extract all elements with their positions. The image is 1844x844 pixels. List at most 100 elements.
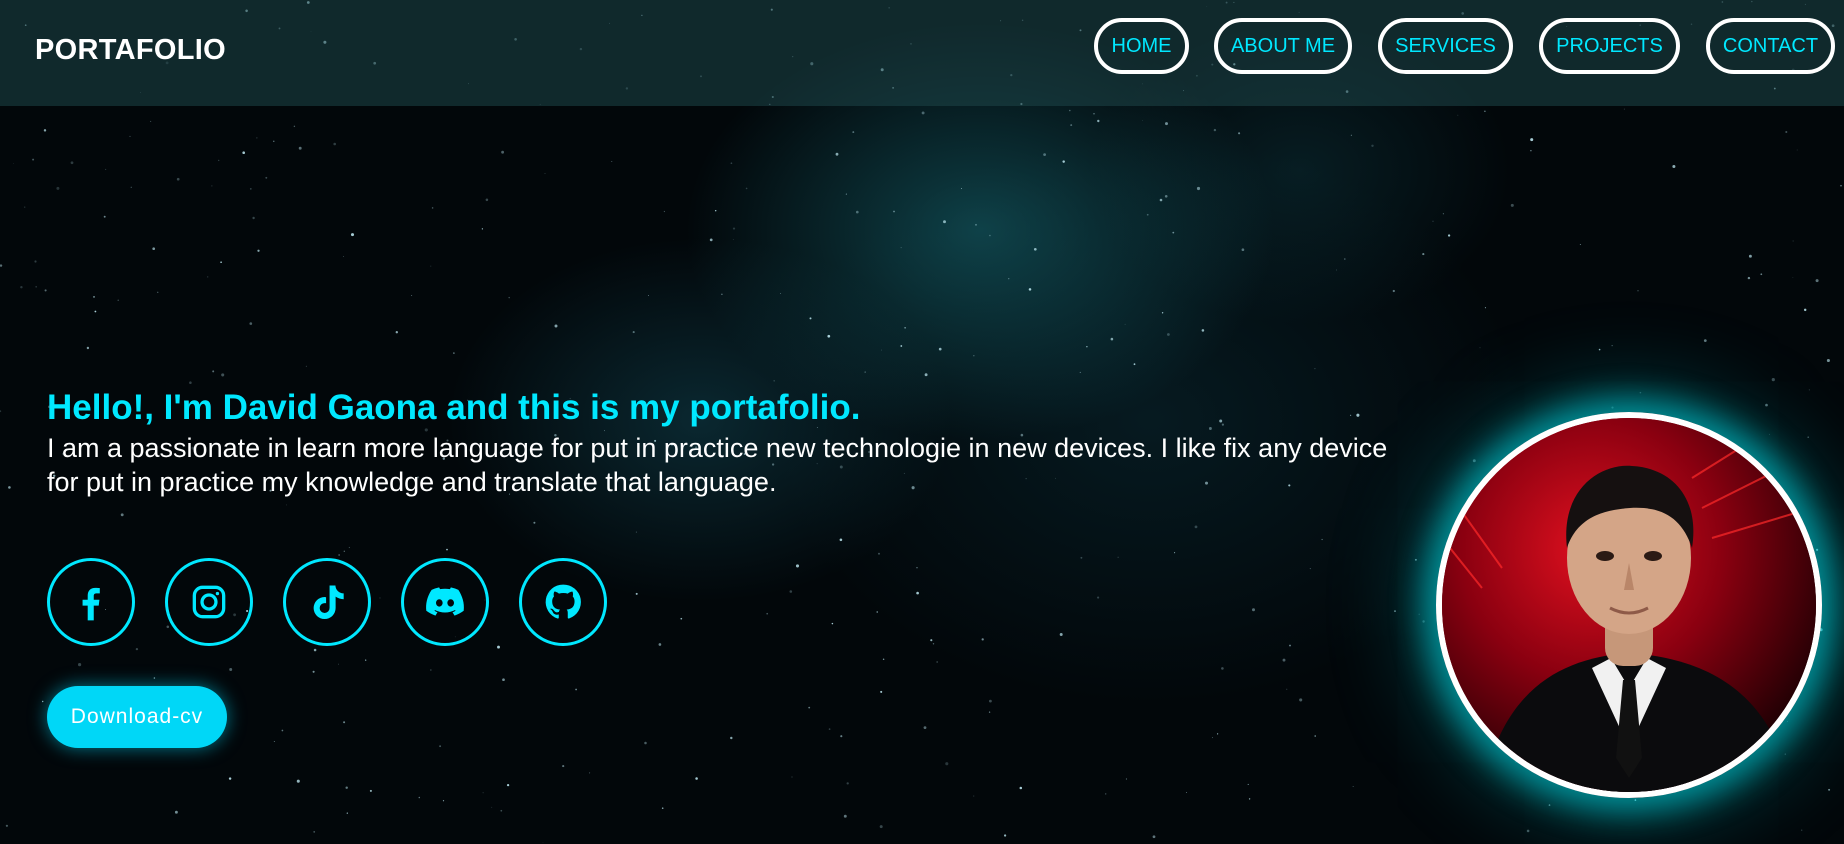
star [1146,213,1149,216]
star [312,670,315,673]
star [855,210,859,214]
star [1124,323,1126,325]
star [828,728,831,730]
star [846,782,849,785]
star [346,812,348,814]
star [1815,279,1819,283]
star [1217,733,1219,735]
tiktok-link[interactable] [283,558,371,646]
star [446,548,448,551]
star [936,661,938,663]
star [789,590,793,593]
star [721,293,723,296]
star [506,783,510,787]
star [1194,525,1198,529]
star [8,486,11,489]
star [1105,793,1107,795]
portfolio-page: PORTAFOLIO HOME ABOUT ME SERVICES PROJEC… [0,0,1844,844]
star [229,668,233,671]
star [1784,753,1786,755]
facebook-link[interactable] [47,558,135,646]
star [882,658,885,660]
star [1086,346,1088,348]
discord-link[interactable] [401,558,489,646]
star [989,699,992,703]
star [1803,308,1807,312]
star [1479,347,1481,349]
star [864,371,866,373]
star [228,777,232,780]
star [1080,556,1083,559]
star [1350,134,1352,136]
star [1211,737,1214,739]
github-link[interactable] [519,558,607,646]
star [1142,119,1143,121]
star [207,276,209,278]
star [973,795,975,797]
star [975,223,977,226]
star [1787,721,1788,722]
star [130,186,132,188]
star [293,125,296,128]
star [1196,186,1201,191]
star [379,597,381,599]
nav-about-me-button[interactable]: ABOUT ME [1214,18,1352,74]
star [542,842,544,844]
star [249,188,252,190]
star [791,776,793,778]
star [1442,213,1444,215]
star [1808,389,1810,391]
star [1286,688,1288,690]
star [1828,788,1831,791]
download-cv-button[interactable]: Download-cv [47,686,227,748]
star [916,567,918,569]
star [439,745,442,748]
nav-home-button[interactable]: HOME [1094,18,1189,74]
star [1289,644,1291,647]
discord-icon [426,587,464,616]
star [105,168,107,170]
star [1174,552,1176,554]
star [430,669,432,671]
star [904,327,906,329]
star [773,380,775,382]
star [876,611,878,613]
star [1028,288,1032,291]
star [808,706,811,709]
star [575,688,577,691]
star [730,162,733,165]
star [839,538,843,542]
star [1447,234,1451,237]
star [482,792,484,794]
star [879,825,883,829]
nav-projects-button[interactable]: PROJECTS [1539,18,1680,74]
nav-services-button[interactable]: SERVICES [1378,18,1513,74]
star [1097,119,1100,123]
star [265,176,268,179]
star [644,741,647,745]
star [44,289,47,292]
site-header: PORTAFOLIO HOME ABOUT ME SERVICES PROJEC… [0,0,1844,106]
star [369,789,372,792]
star [497,645,500,649]
star [1418,613,1420,615]
star [921,111,925,115]
star [1672,164,1676,169]
star [20,285,23,289]
hero-description: I am a passionate in learn more language… [47,433,1388,497]
instagram-link[interactable] [165,558,253,646]
star [1548,804,1551,806]
star [35,286,37,288]
nav-contact-button[interactable]: CONTACT [1706,18,1835,74]
star [1530,149,1532,152]
star [1241,248,1245,252]
star [938,347,942,351]
star [93,296,95,298]
star [153,677,156,679]
star [611,160,613,162]
star [281,729,284,732]
star [313,648,317,652]
star [32,158,35,161]
hero-title: Hello!, I'm David Gaona and this is my p… [47,388,861,427]
star [343,721,346,724]
